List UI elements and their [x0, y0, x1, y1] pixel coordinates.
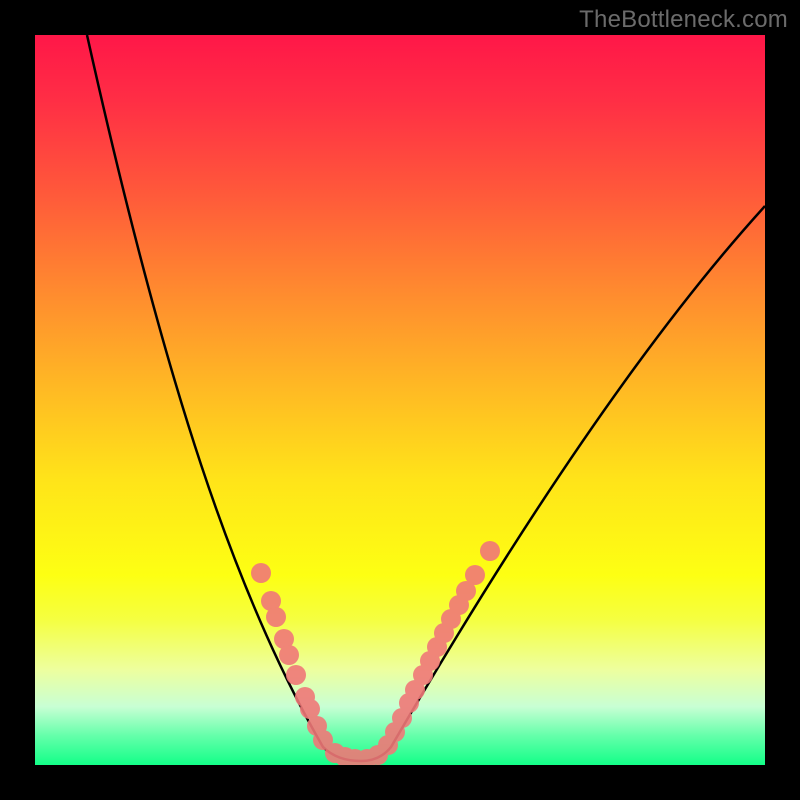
marker-group [251, 541, 500, 765]
curve-svg [35, 35, 765, 765]
chart-container: TheBottleneck.com [0, 0, 800, 800]
plot-area [35, 35, 765, 765]
curve-left [87, 35, 361, 761]
watermark-text: TheBottleneck.com [579, 6, 788, 34]
